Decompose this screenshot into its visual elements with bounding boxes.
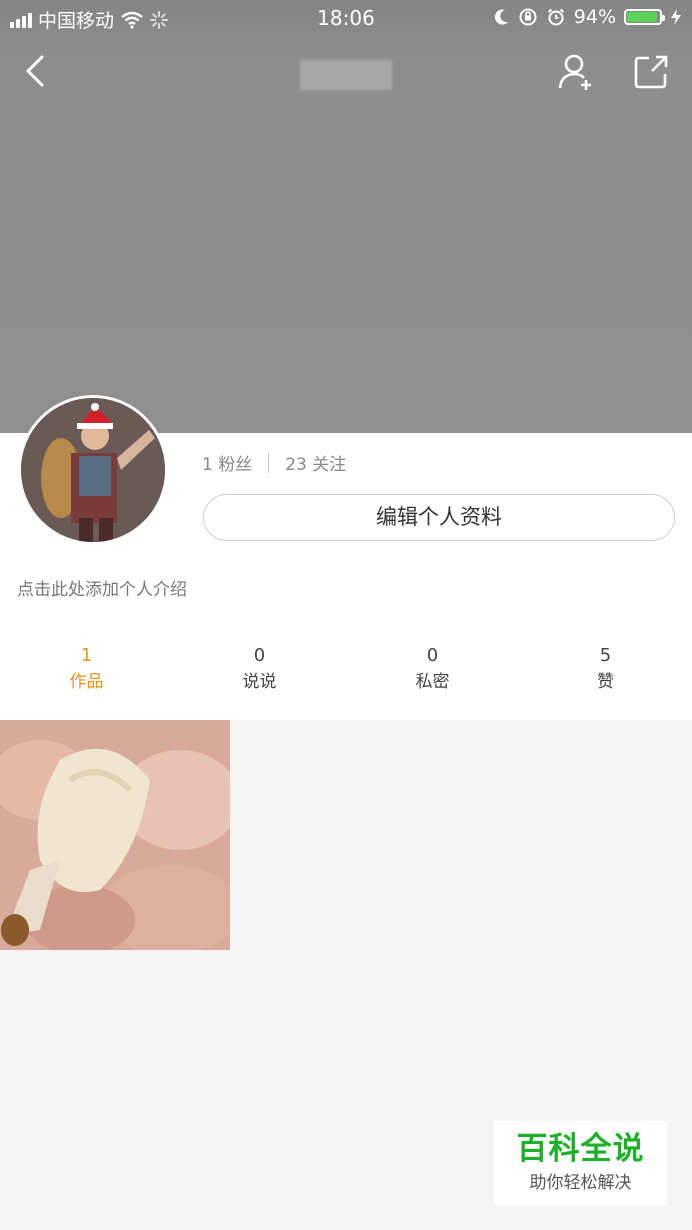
tab-label: 私密 (415, 672, 450, 692)
work-thumbnail[interactable] (0, 720, 230, 950)
back-button[interactable] (18, 53, 54, 89)
tab-count: 1 (80, 645, 93, 666)
tab-private[interactable]: 0 私密 (346, 643, 519, 703)
tab-posts[interactable]: 0 说说 (173, 643, 346, 703)
tab-count: 0 (253, 645, 266, 666)
edit-profile-button[interactable]: 编辑个人资料 (203, 494, 675, 541)
watermark-logo: 百科全说 助你轻松解决 (494, 1121, 667, 1205)
profile-tabs: 1 作品 0 说说 0 私密 5 赞 (0, 643, 692, 703)
status-right: 94% (494, 6, 682, 28)
status-bar: 中国移动 18:06 94% (0, 0, 692, 36)
followers-count[interactable]: 1 粉丝 (202, 450, 252, 475)
tab-likes[interactable]: 5 赞 (519, 643, 692, 703)
add-friend-button[interactable] (556, 51, 596, 91)
tab-works[interactable]: 1 作品 (0, 643, 173, 703)
battery-icon (624, 9, 665, 25)
tab-label: 作品 (69, 672, 104, 692)
stats-divider (268, 452, 270, 473)
avatar[interactable] (18, 395, 168, 545)
alarm-icon (547, 8, 564, 26)
watermark-slogan: 助你轻松解决 (529, 1173, 632, 1193)
watermark-brand: 百科全说 (516, 1131, 645, 1167)
charging-icon (671, 9, 681, 25)
tab-label: 说说 (242, 672, 277, 692)
following-count[interactable]: 23 关注 (285, 450, 346, 475)
share-button[interactable] (632, 53, 670, 91)
share-icon (634, 55, 668, 89)
avatar-figure-image (21, 398, 165, 542)
page-title-redacted (300, 60, 392, 90)
moon-icon (494, 9, 508, 25)
chevron-left-icon (26, 55, 44, 87)
add-user-icon (558, 54, 591, 90)
tab-label: 赞 (597, 672, 614, 692)
thumbnail-image (0, 720, 230, 950)
orientation-lock-icon (519, 8, 537, 26)
intro-placeholder[interactable]: 点击此处添加个人介绍 (17, 575, 187, 600)
follow-stats: 1 粉丝 23 关注 (202, 450, 346, 475)
battery-percent: 94% (573, 6, 616, 28)
tab-count: 0 (426, 645, 439, 666)
nav-bar (0, 45, 692, 99)
tab-count: 5 (599, 645, 612, 666)
